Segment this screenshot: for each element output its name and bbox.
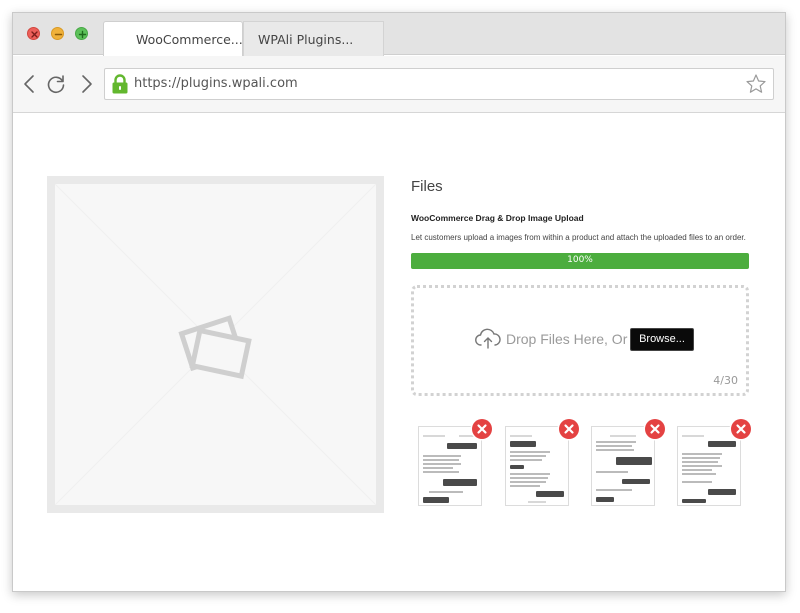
close-icon xyxy=(564,424,574,434)
minimize-window-button[interactable] xyxy=(51,27,64,40)
remove-thumbnail-button[interactable] xyxy=(645,419,665,439)
chat-screenshot-image xyxy=(423,435,477,503)
browse-button[interactable]: Browse... xyxy=(630,328,694,351)
reload-icon xyxy=(47,75,65,94)
file-dropzone[interactable]: Drop Files Here, Or Browse... 4/30 xyxy=(411,285,749,396)
progress-label: 100% xyxy=(567,255,593,265)
reload-button[interactable] xyxy=(45,73,67,95)
tab-label: WPAli Plugins... xyxy=(258,32,354,47)
tab-woocommerce[interactable]: WooCommerce... xyxy=(103,21,243,56)
page-content: Files WooCommerce Drag & Drop Image Uplo… xyxy=(13,114,785,591)
minimize-icon xyxy=(54,33,63,36)
product-image-frame xyxy=(54,183,377,506)
back-button[interactable] xyxy=(19,73,41,95)
lock-icon xyxy=(112,74,128,94)
maximize-window-button[interactable] xyxy=(75,27,88,40)
drop-files-text: Drop Files Here, Or xyxy=(506,331,628,347)
uploaded-thumbnails xyxy=(418,419,758,516)
product-description: Let customers upload a images from withi… xyxy=(411,233,746,242)
close-icon xyxy=(736,424,746,434)
url-text: https://plugins.wpali.com xyxy=(134,76,298,91)
upload-progress-bar: 100% xyxy=(411,253,749,269)
remove-thumbnail-button[interactable] xyxy=(731,419,751,439)
image-placeholder-icon xyxy=(54,183,377,506)
browser-toolbar: https://plugins.wpali.com xyxy=(13,56,785,113)
title-bar: WooCommerce... WPAli Plugins... xyxy=(13,13,785,56)
files-heading: Files xyxy=(411,178,443,195)
browser-window: WooCommerce... WPAli Plugins... https://… xyxy=(12,12,786,592)
close-icon xyxy=(477,424,487,434)
close-window-button[interactable] xyxy=(27,27,40,40)
chat-screenshot-image xyxy=(682,435,736,503)
chat-screenshot-image xyxy=(596,435,652,502)
remove-thumbnail-button[interactable] xyxy=(559,419,579,439)
tab-label: WooCommerce... xyxy=(136,32,243,47)
product-title: WooCommerce Drag & Drop Image Upload xyxy=(411,213,584,223)
thumbnail-item[interactable] xyxy=(505,419,579,506)
remove-thumbnail-button[interactable] xyxy=(472,419,492,439)
arrow-right-icon xyxy=(82,75,92,93)
close-icon xyxy=(650,424,660,434)
tab-wpali-plugins[interactable]: WPAli Plugins... xyxy=(243,21,384,56)
product-image-placeholder xyxy=(47,176,384,513)
maximize-icon xyxy=(78,30,87,39)
file-counter: 4/30 xyxy=(713,374,738,387)
star-icon[interactable] xyxy=(745,73,767,95)
thumbnail-item[interactable] xyxy=(418,419,492,506)
address-bar[interactable]: https://plugins.wpali.com xyxy=(104,68,774,100)
close-icon xyxy=(31,31,38,38)
cloud-upload-icon xyxy=(475,328,501,349)
chat-screenshot-image xyxy=(510,435,564,503)
forward-button[interactable] xyxy=(75,73,97,95)
arrow-left-icon xyxy=(24,75,34,93)
thumbnail-item[interactable] xyxy=(591,419,665,506)
thumbnail-item[interactable] xyxy=(677,419,751,506)
